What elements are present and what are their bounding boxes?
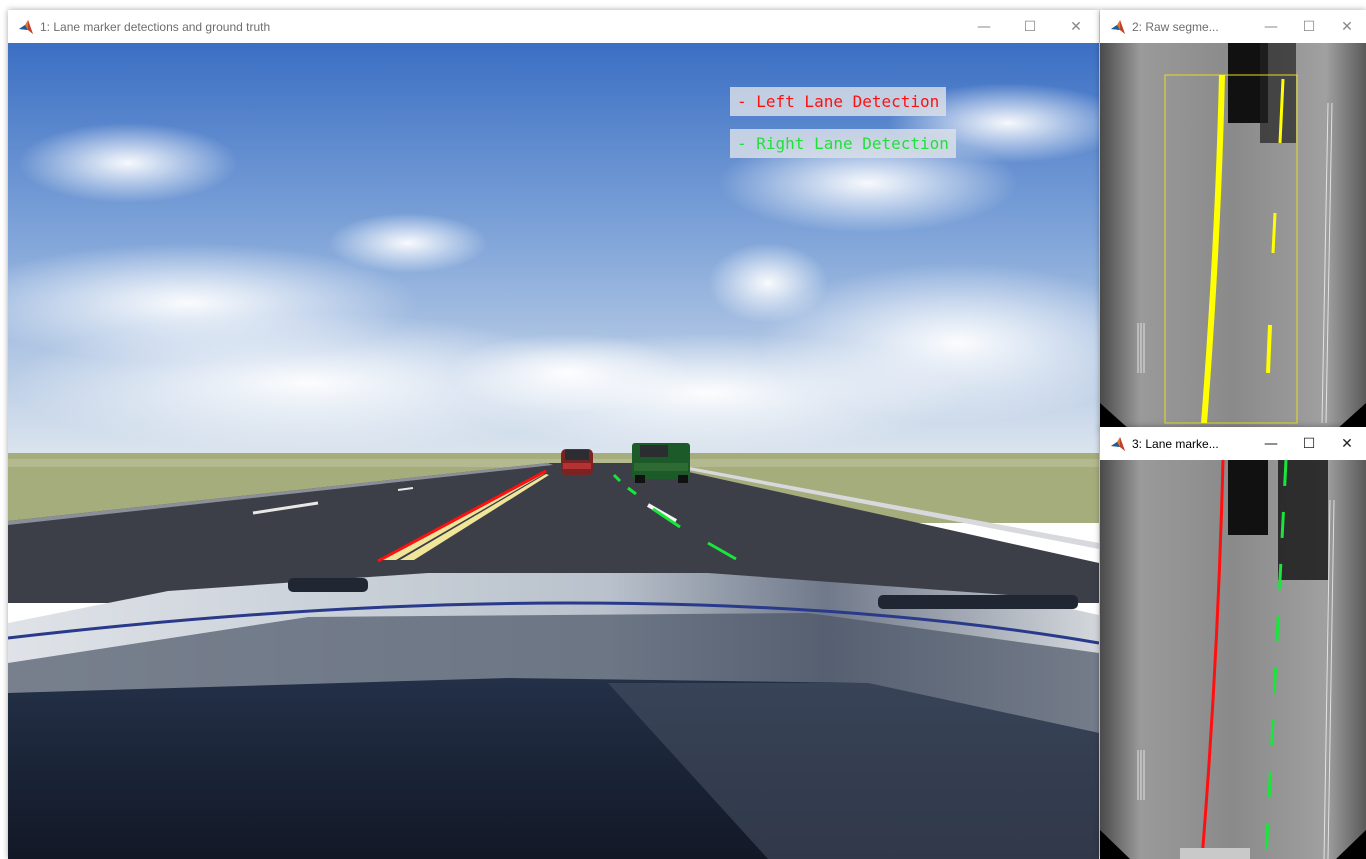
legend-left-label: - Left Lane Detection xyxy=(737,92,940,111)
matlab-logo-icon xyxy=(1111,19,1125,34)
green-truck xyxy=(632,443,690,483)
camera-scene xyxy=(8,43,1099,859)
close-button[interactable]: ✕ xyxy=(1053,10,1099,43)
maximize-button[interactable]: ☐ xyxy=(1290,427,1328,460)
lane-marker-image xyxy=(1100,460,1366,859)
close-button[interactable]: ✕ xyxy=(1328,10,1366,43)
main-figure-window[interactable]: 1: Lane marker detections and ground tru… xyxy=(8,10,1099,859)
birds-eye-raw-view xyxy=(1100,43,1366,430)
minimize-button[interactable]: — xyxy=(1252,10,1290,43)
raw-window-titlebar[interactable]: 2: Raw segme... — ☐ ✕ xyxy=(1100,10,1366,43)
lane-window-titlebar[interactable]: 3: Lane marke... — ☐ ✕ xyxy=(1100,427,1366,460)
lane-window-title: 3: Lane marke... xyxy=(1132,436,1219,451)
red-car xyxy=(561,449,593,475)
main-window-title: 1: Lane marker detections and ground tru… xyxy=(40,19,271,34)
main-window-titlebar[interactable]: 1: Lane marker detections and ground tru… xyxy=(8,10,1099,43)
legend-right-label: - Right Lane Detection xyxy=(737,134,949,153)
legend-left-detection: - Left Lane Detection xyxy=(730,87,947,116)
maximize-button[interactable]: ☐ xyxy=(1007,10,1053,43)
matlab-logo-icon xyxy=(1111,436,1125,451)
maximize-button[interactable]: ☐ xyxy=(1290,10,1328,43)
raw-window-title: 2: Raw segme... xyxy=(1132,19,1219,34)
lane-markers-window[interactable]: 3: Lane marke... — ☐ ✕ xyxy=(1100,427,1366,859)
matlab-logo-icon xyxy=(19,19,33,34)
segmentation-image xyxy=(1100,43,1366,430)
close-button[interactable]: ✕ xyxy=(1328,427,1366,460)
legend-right-detection: - Right Lane Detection xyxy=(730,129,956,158)
minimize-button[interactable]: — xyxy=(1252,427,1290,460)
camera-view: - Left Lane Detection - Right Lane Detec… xyxy=(8,43,1099,859)
raw-segmentation-window[interactable]: 2: Raw segme... — ☐ ✕ xyxy=(1100,10,1366,430)
minimize-button[interactable]: — xyxy=(961,10,1007,43)
birds-eye-lane-view xyxy=(1100,460,1366,859)
